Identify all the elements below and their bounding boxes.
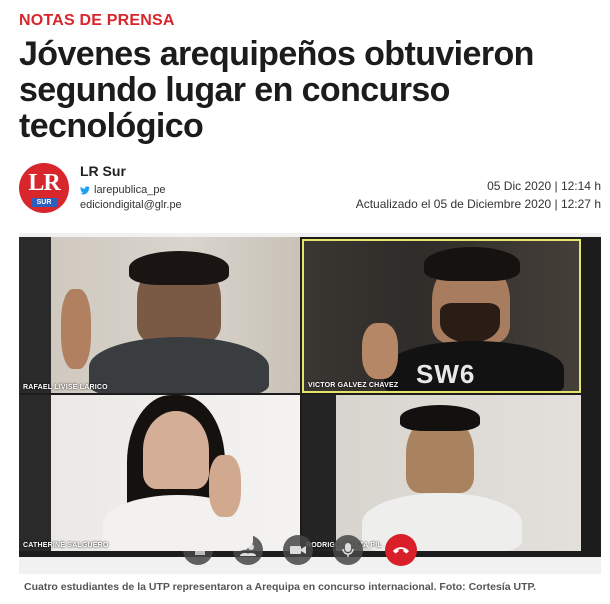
- headline: Jóvenes arequipeños obtuvieron segundo l…: [19, 35, 534, 145]
- participant-figure: [61, 289, 91, 369]
- hang-up-button[interactable]: [385, 534, 417, 566]
- lr-sur-logo[interactable]: LR SUR: [19, 163, 69, 213]
- twitter-link[interactable]: larepublica_pe: [80, 184, 166, 196]
- microphone-button[interactable]: [333, 535, 363, 565]
- microphone-icon: [342, 543, 354, 557]
- shirt-text: SW6: [416, 359, 476, 389]
- published-date: 05 Dic 2020 | 12:14 h: [487, 179, 601, 193]
- participant-tile-3: CATHERINE SALGUERO: [19, 395, 300, 551]
- author-name[interactable]: LR Sur: [80, 163, 126, 179]
- twitter-icon: [80, 185, 90, 194]
- video-call-grid: RAFAEL LIVISE LARICO SW6 VICTOR GALVEZ C…: [19, 237, 601, 566]
- participant-tile-1: RAFAEL LIVISE LARICO: [19, 237, 300, 393]
- participant-figure: [143, 411, 209, 489]
- participant-figure: [440, 303, 500, 343]
- participant-figure: [129, 251, 229, 285]
- participant-figure: [400, 405, 480, 431]
- author-email[interactable]: ediciondigital@glr.pe: [80, 199, 182, 211]
- participant-figure: [362, 323, 398, 379]
- participant-tile-2: SW6 VICTOR GALVEZ CHAVEZ: [302, 239, 581, 393]
- participant-name: CATHERINE SALGUERO: [23, 542, 109, 549]
- photo-caption: Cuatro estudiantes de la UTP representar…: [24, 581, 537, 593]
- camera-icon: [290, 546, 306, 554]
- kicker[interactable]: NOTAS DE PRENSA: [19, 12, 175, 30]
- hang-up-icon: [393, 547, 409, 554]
- logo-sub: SUR: [31, 198, 57, 207]
- participant-name: RAFAEL LIVISE LARICO: [23, 384, 108, 391]
- twitter-handle: larepublica_pe: [94, 184, 166, 196]
- participant-figure: [424, 247, 520, 281]
- participant-figure: [209, 455, 241, 517]
- logo-text: LR: [28, 170, 60, 196]
- participant-tile-4: RODRIGO CHAZA PIL: [302, 395, 581, 551]
- participant-name: VICTOR GALVEZ CHAVEZ: [308, 382, 399, 389]
- updated-date: Actualizado el 05 de Diciembre 2020 | 12…: [355, 197, 601, 211]
- article-photo: RAFAEL LIVISE LARICO SW6 VICTOR GALVEZ C…: [19, 233, 601, 574]
- author-row: LR SUR LR Sur larepublica_pe ediciondigi…: [19, 160, 601, 216]
- camera-button[interactable]: [283, 535, 313, 565]
- participant-figure: [89, 337, 269, 393]
